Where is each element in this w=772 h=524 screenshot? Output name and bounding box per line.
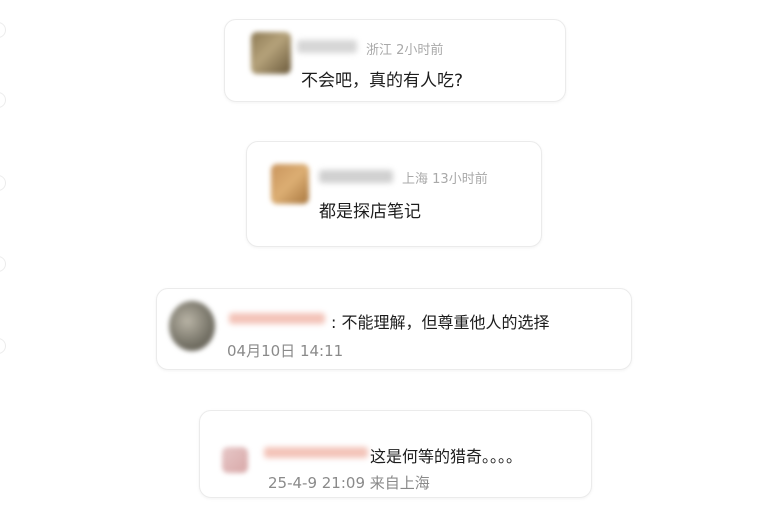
comment-separator: : [331, 313, 337, 332]
username-blurred[interactable] [264, 447, 368, 458]
comment-time: 2小时前 [396, 43, 444, 58]
edge-dot [0, 256, 6, 272]
comment-card: 这是何等的猎奇。。。。 25-4-9 21:09 来自上海 [199, 410, 592, 498]
user-avatar[interactable] [251, 32, 291, 74]
comment-meta: 上海 13小时前 [402, 168, 488, 187]
comment-text: 不会吧，真的有人吃? [301, 71, 464, 91]
username-blurred[interactable] [297, 40, 357, 53]
username-blurred[interactable] [319, 170, 393, 183]
comment-time: 13小时前 [432, 172, 488, 187]
user-avatar[interactable] [222, 447, 248, 473]
user-avatar[interactable] [271, 164, 309, 204]
comment-meta: 浙江 2小时前 [366, 39, 443, 58]
edge-dot [0, 175, 6, 191]
edge-dot [0, 92, 6, 108]
comment-text: 这是何等的猎奇。。。。 [370, 447, 523, 466]
comment-card: : 不能理解，但尊重他人的选择 04月10日 14:11 [156, 288, 632, 370]
comment-timestamp: 04月10日 14:11 [227, 342, 344, 360]
username-blurred[interactable] [229, 313, 325, 324]
edge-dot [0, 338, 6, 354]
comment-card: 上海 13小时前 都是探店笔记 [246, 141, 542, 247]
comment-location: 浙江 [366, 43, 393, 58]
comment-line: : 不能理解，但尊重他人的选择 [331, 309, 550, 333]
user-avatar[interactable] [169, 301, 215, 351]
comment-text: 都是探店笔记 [319, 202, 421, 222]
comment-footer: 25-4-9 21:09 来自上海 [268, 472, 430, 493]
edge-dot [0, 22, 6, 38]
comment-source: 来自上海 [369, 474, 430, 492]
comment-timestamp: 25-4-9 21:09 [268, 474, 365, 492]
comment-location: 上海 [402, 172, 429, 187]
comment-card: 浙江 2小时前 不会吧，真的有人吃? [224, 19, 566, 102]
comment-text: 不能理解，但尊重他人的选择 [341, 313, 550, 332]
